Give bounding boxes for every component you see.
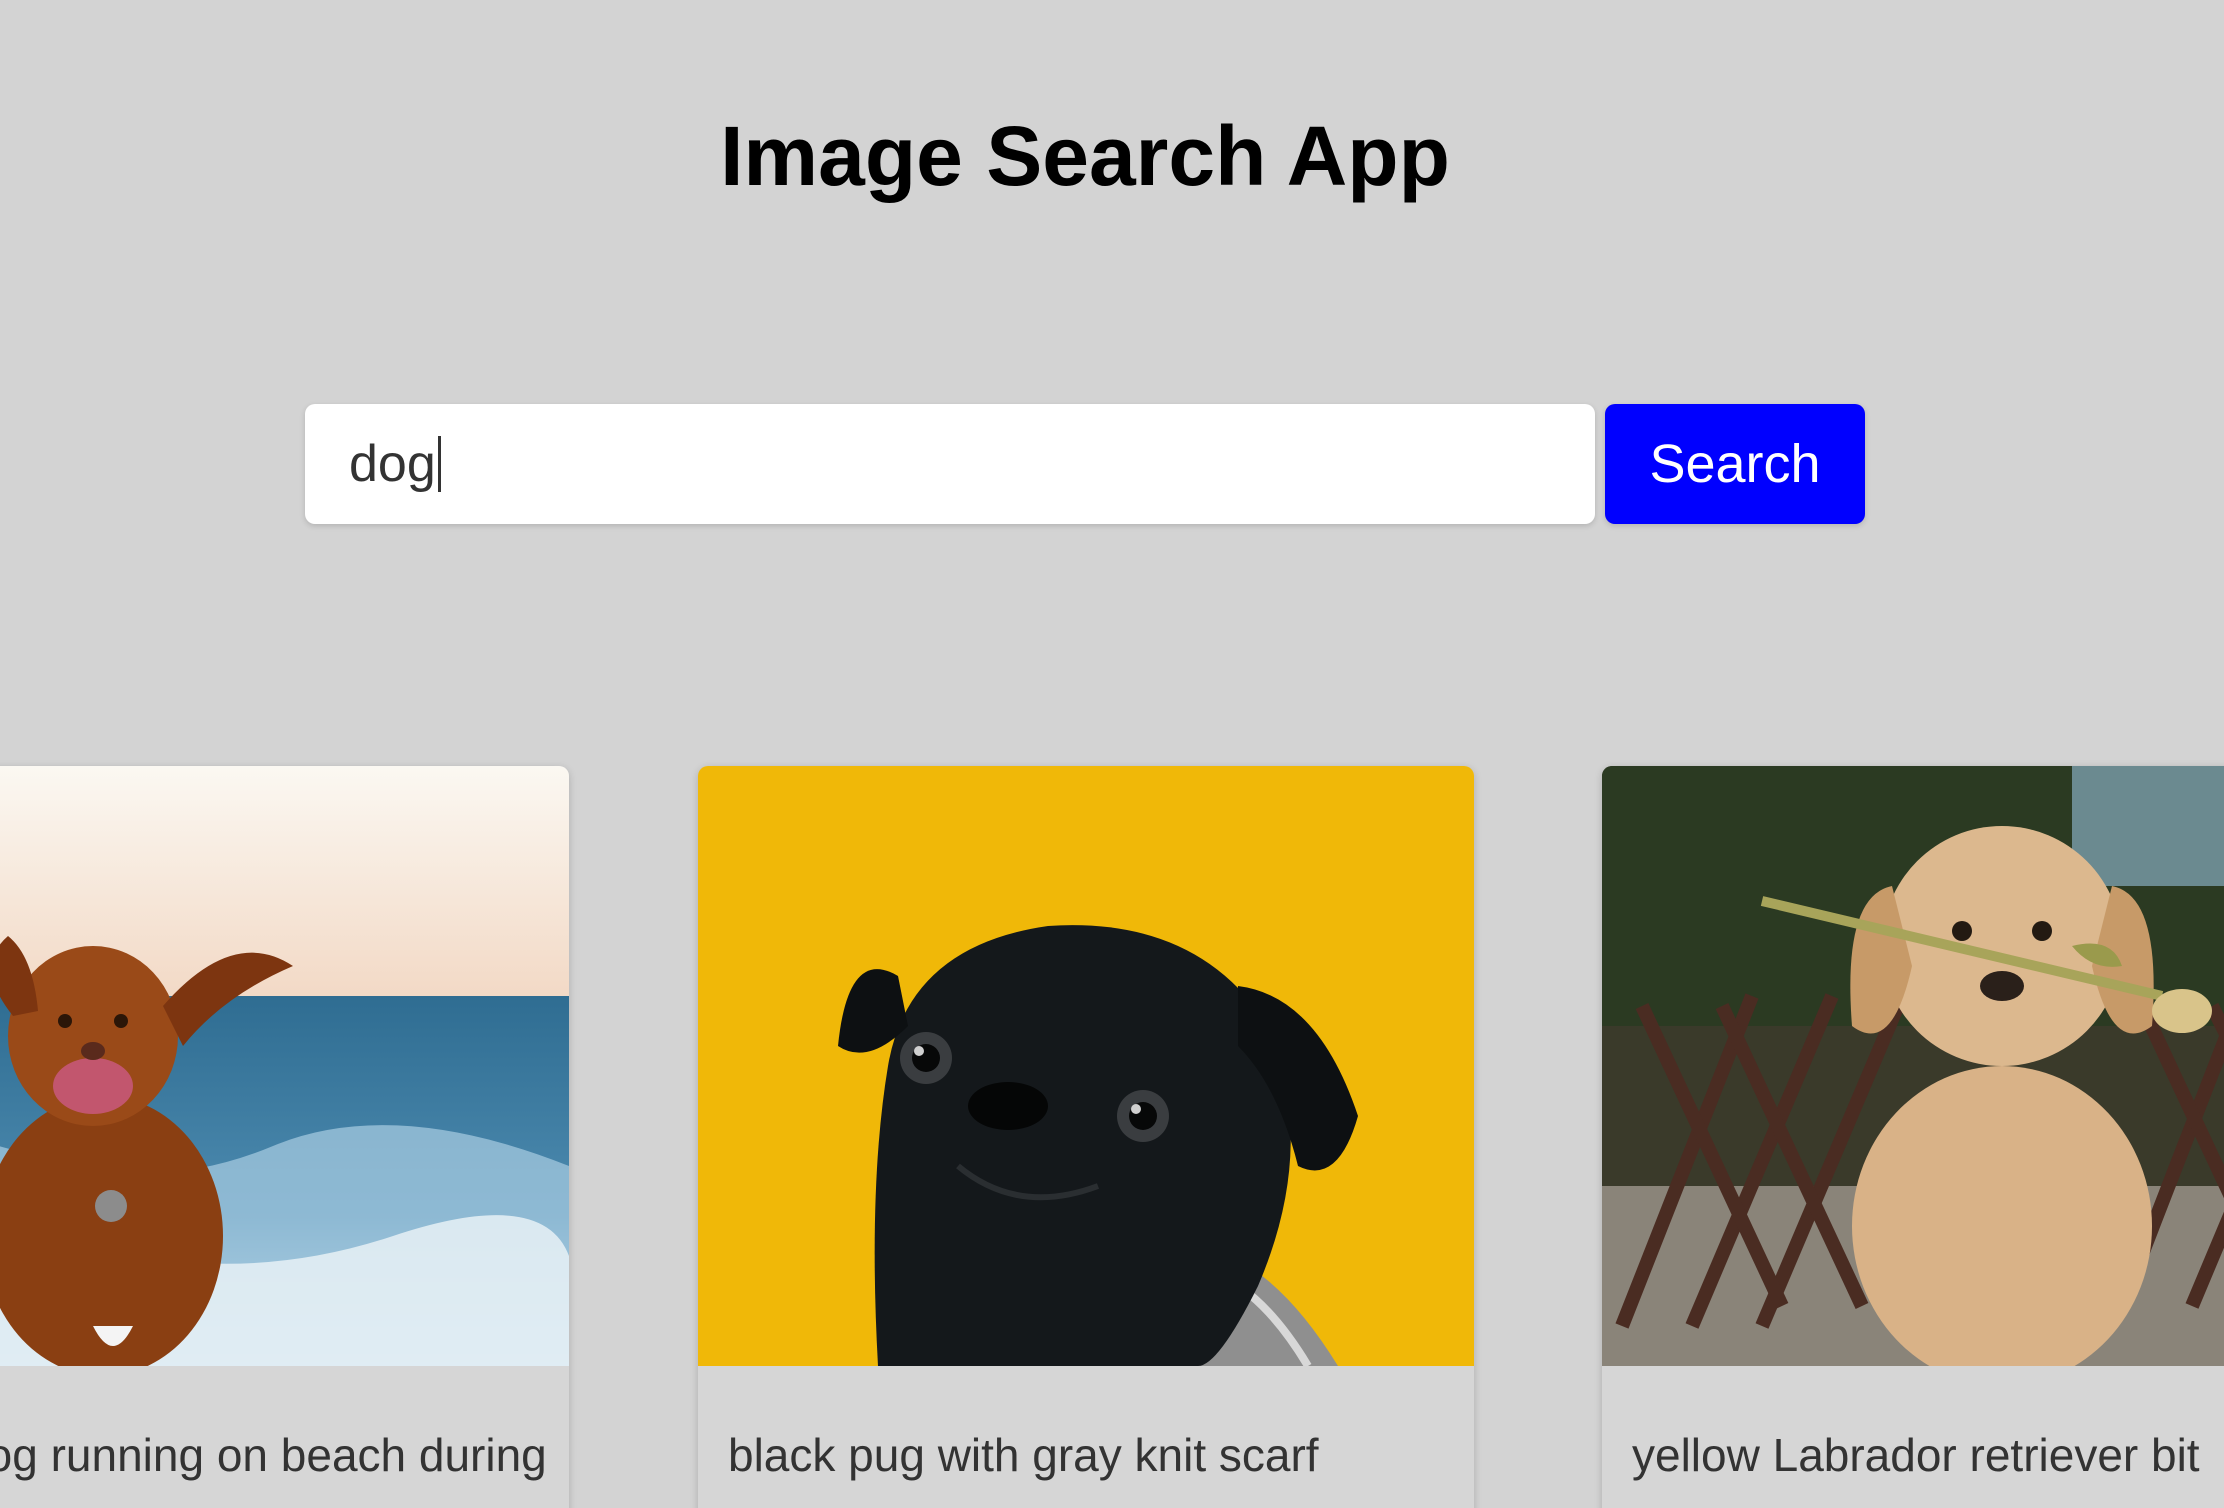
result-image-black-pug-yellow-background[interactable] (698, 766, 1474, 1366)
result-image-dog-on-beach[interactable] (0, 766, 569, 1366)
result-image-golden-puppy-with-flower[interactable] (1602, 766, 2224, 1366)
result-caption: yellow Labrador retriever bit (1632, 1429, 2200, 1481)
result-caption: black pug with gray knit scarf (728, 1429, 1319, 1481)
result-card[interactable]: brown dog running on beach during (0, 766, 569, 1508)
search-input[interactable]: dog (305, 404, 1595, 524)
search-bar: dog Search (305, 404, 1865, 524)
page-title: Image Search App (720, 109, 1450, 203)
search-button[interactable]: Search (1605, 404, 1865, 524)
result-caption: brown dog running on beach during (0, 1429, 547, 1481)
result-card[interactable]: yellow Labrador retriever bit (1602, 766, 2224, 1508)
search-input-value: dog (349, 435, 436, 493)
result-card[interactable]: black pug with gray knit scarf (698, 766, 1474, 1508)
page: Image Search App dog Search g running on… (0, 0, 2224, 1508)
text-caret (437, 436, 441, 492)
